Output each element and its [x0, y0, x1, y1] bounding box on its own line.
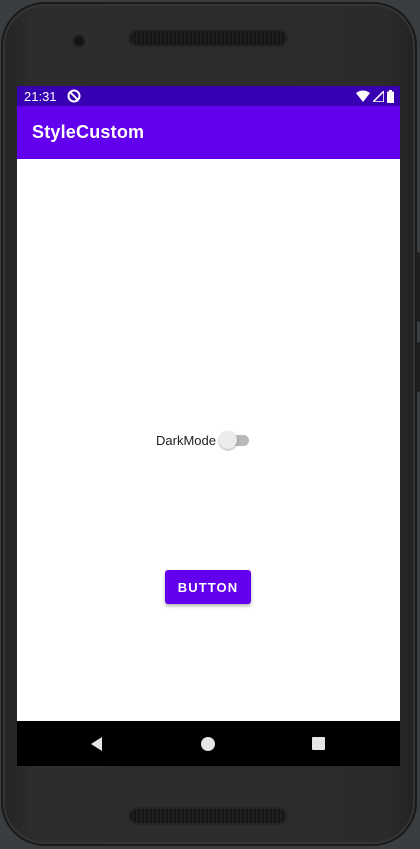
- main-content: DarkMode BUTTON: [17, 159, 400, 721]
- dark-mode-label: DarkMode: [156, 432, 216, 448]
- dark-mode-switch[interactable]: [218, 430, 249, 450]
- status-bar: 21:31: [17, 86, 400, 106]
- power-button[interactable]: [416, 342, 420, 392]
- switch-thumb[interactable]: [218, 431, 237, 449]
- app-bar: StyleCustom: [17, 106, 400, 159]
- app-title: StyleCustom: [32, 122, 145, 142]
- status-icons: [356, 89, 394, 103]
- volume-button[interactable]: [416, 252, 420, 322]
- wifi-icon: [356, 90, 370, 102]
- back-icon[interactable]: [89, 736, 105, 752]
- battery-icon: [387, 89, 394, 103]
- do-not-disturb-icon: [67, 89, 81, 103]
- home-icon[interactable]: [201, 737, 215, 751]
- recents-icon[interactable]: [312, 737, 325, 750]
- front-camera-icon: [74, 36, 84, 46]
- signal-icon: [373, 90, 384, 102]
- bottom-speaker-grille: [130, 809, 286, 823]
- status-time: 21:31: [24, 89, 57, 104]
- main-button[interactable]: BUTTON: [165, 570, 251, 604]
- device-screen: 21:31 StyleCustom DarkMode BUTTON: [17, 86, 400, 766]
- navigation-bar: [17, 721, 400, 766]
- phone-frame: 21:31 StyleCustom DarkMode BUTTON: [1, 2, 420, 846]
- top-speaker-grille: [130, 31, 286, 45]
- dark-mode-switch-row[interactable]: DarkMode: [156, 429, 249, 451]
